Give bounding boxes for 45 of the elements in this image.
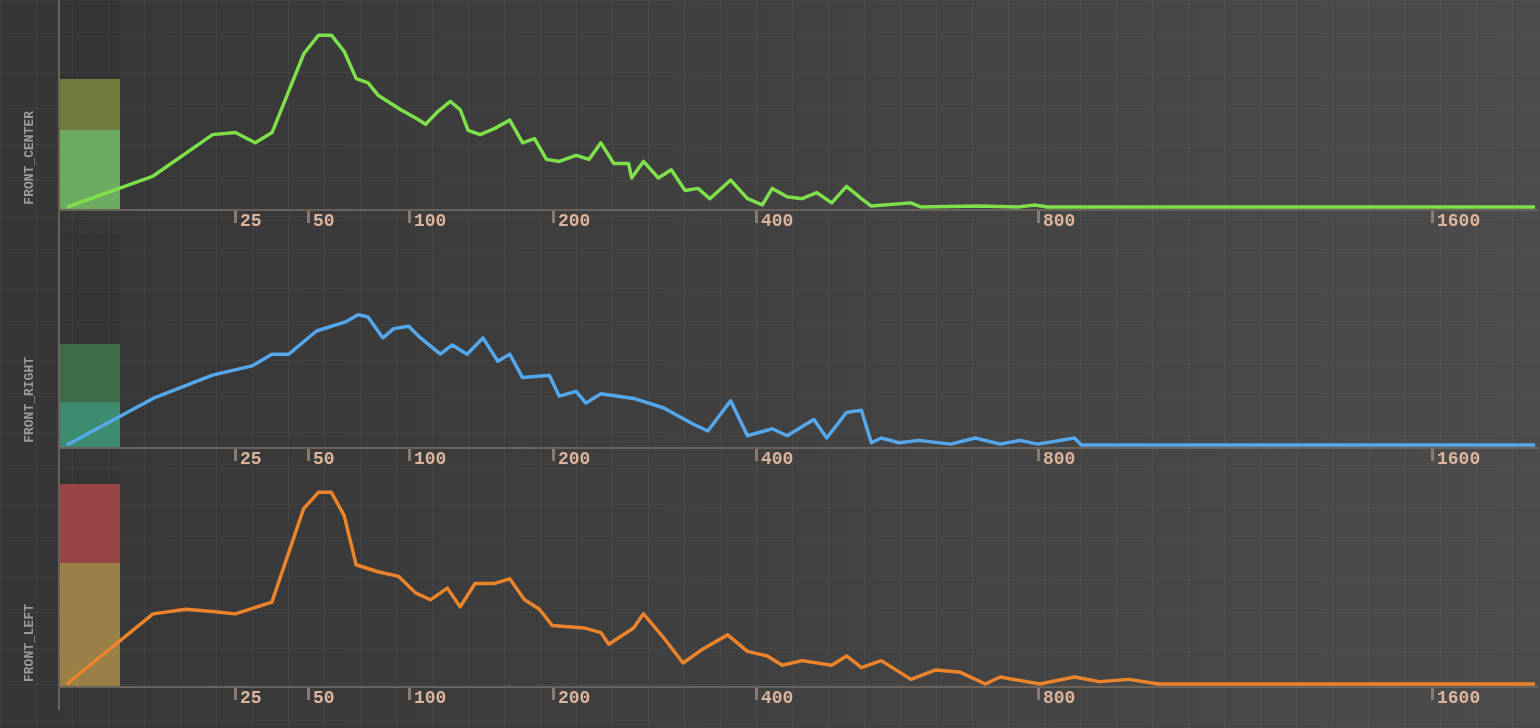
tick-mark: [1037, 449, 1040, 461]
frequency-tick-label: 100: [414, 450, 447, 468]
tick-mark: [307, 449, 310, 461]
frequency-tick-label: 800: [1043, 689, 1076, 707]
tick-mark: [552, 211, 555, 223]
frequency-tick-label: 200: [558, 212, 591, 230]
frequency-tick-label: 1600: [1437, 450, 1481, 468]
frequency-tick-label: 200: [558, 689, 591, 707]
channel-label: FRONT_LEFT: [22, 604, 36, 682]
frequency-tick-label: 400: [761, 689, 794, 707]
frequency-tick-label: 25: [240, 212, 262, 230]
frequency-tick-label: 100: [414, 689, 447, 707]
tick-mark: [307, 688, 310, 700]
channel-label: FRONT_RIGHT: [22, 357, 36, 443]
frequency-tick-label: 400: [761, 450, 794, 468]
tick-mark: [234, 211, 237, 223]
tick-mark: [234, 688, 237, 700]
tick-mark: [408, 449, 411, 461]
frequency-tick-label: 200: [558, 450, 591, 468]
tick-mark: [1431, 449, 1434, 461]
channel-label: FRONT_CENTER: [22, 111, 36, 205]
frequency-tick-label: 25: [240, 450, 262, 468]
frequency-tick-label: 800: [1043, 450, 1076, 468]
frequency-tick-label: 50: [313, 212, 335, 230]
frequency-tick-label: 800: [1043, 212, 1076, 230]
frequency-tick-label: 400: [761, 212, 794, 230]
tick-mark: [755, 211, 758, 223]
frequency-tick-label: 50: [313, 689, 335, 707]
frequency-tick-label: 25: [240, 689, 262, 707]
frequency-tick-label: 50: [313, 450, 335, 468]
tick-mark: [307, 211, 310, 223]
tick-mark: [1037, 211, 1040, 223]
tick-mark: [552, 688, 555, 700]
tick-mark: [408, 688, 411, 700]
frequency-tick-label: 1600: [1437, 212, 1481, 230]
tick-mark: [1037, 688, 1040, 700]
tick-mark: [755, 449, 758, 461]
tick-mark: [1431, 211, 1434, 223]
tick-mark: [408, 211, 411, 223]
tick-mark: [234, 449, 237, 461]
tick-mark: [552, 449, 555, 461]
tick-mark: [755, 688, 758, 700]
frequency-tick-label: 1600: [1437, 689, 1481, 707]
tick-mark: [1431, 688, 1434, 700]
frequency-tick-label: 100: [414, 212, 447, 230]
